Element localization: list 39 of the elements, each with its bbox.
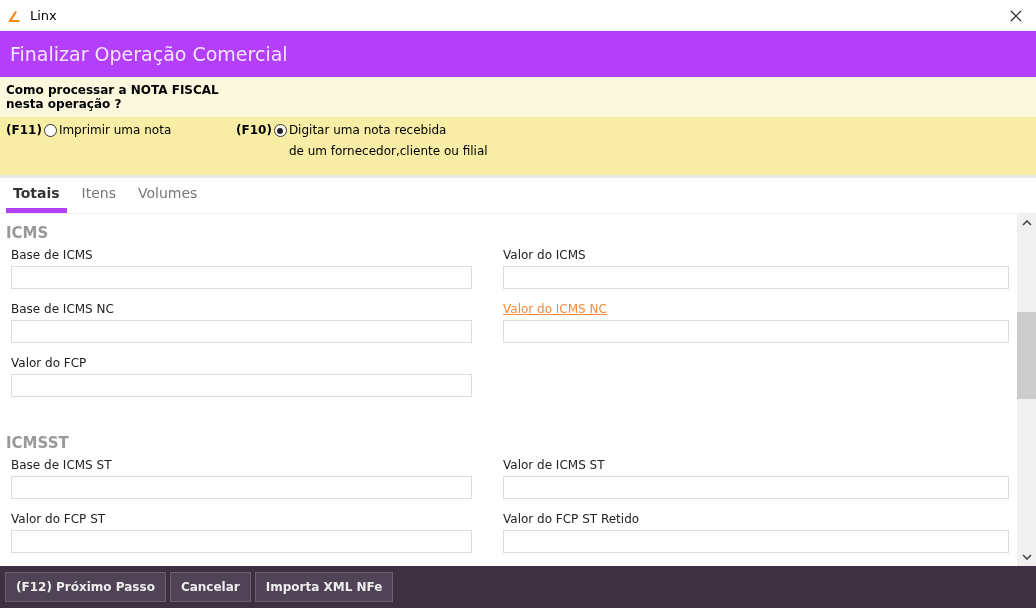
- field-label: Valor do FCP: [11, 355, 87, 372]
- dialog-title: Finalizar Operação Comercial: [10, 43, 288, 65]
- input-field[interactable]: [11, 320, 472, 343]
- input-field[interactable]: [11, 266, 472, 289]
- radio-button[interactable]: [273, 124, 287, 137]
- radio-button[interactable]: [43, 124, 57, 137]
- scrollbar-thumb[interactable]: [1017, 312, 1036, 399]
- tab[interactable]: Volumes: [131, 178, 205, 213]
- field-label: Valor do ICMS: [503, 247, 586, 264]
- field-label: Base de ICMS NC: [11, 301, 114, 318]
- field-label: Valor do FCP ST Retido: [503, 511, 640, 528]
- chevron-down-icon[interactable]: [1021, 554, 1032, 560]
- input-field[interactable]: [503, 320, 1009, 343]
- scrollbar[interactable]: [1017, 214, 1036, 566]
- input-field[interactable]: [503, 476, 1009, 499]
- field-label: Base de ICMS ST: [11, 457, 112, 474]
- field-label: Valor de ICMS ST: [503, 457, 605, 474]
- input-field[interactable]: [503, 266, 1009, 289]
- footer-button[interactable]: Cancelar: [169, 572, 251, 602]
- chevron-up-icon[interactable]: [1021, 220, 1032, 226]
- field-label: Valor do FCP ST: [11, 511, 106, 528]
- input-field[interactable]: [11, 530, 472, 553]
- tab[interactable]: Itens: [74, 178, 123, 213]
- input-field[interactable]: [503, 530, 1009, 553]
- close-icon[interactable]: [1010, 9, 1022, 22]
- window-title: Linx: [30, 8, 57, 23]
- input-field[interactable]: [11, 476, 472, 499]
- question-text: Como processar a NOTA FISCAL nesta operação ?: [6, 83, 220, 111]
- section-heading: ICMS: [6, 224, 50, 242]
- footer-button[interactable]: Importa XML NFe: [254, 572, 394, 602]
- shortcut-label: (F11): [6, 123, 42, 138]
- section-heading: ICMSST: [6, 434, 70, 452]
- tab[interactable]: Totais: [6, 178, 67, 213]
- footer-button[interactable]: (F12) Próximo Passo: [5, 572, 166, 602]
- option-label[interactable]: Digitar uma nota recebida de um fornecedor,cliente ou filial: [288, 120, 488, 162]
- field-label: Base de ICMS: [11, 247, 93, 264]
- shortcut-label: (F10): [236, 123, 272, 138]
- input-field[interactable]: [11, 374, 472, 397]
- option-label[interactable]: Imprimir uma nota: [58, 120, 172, 141]
